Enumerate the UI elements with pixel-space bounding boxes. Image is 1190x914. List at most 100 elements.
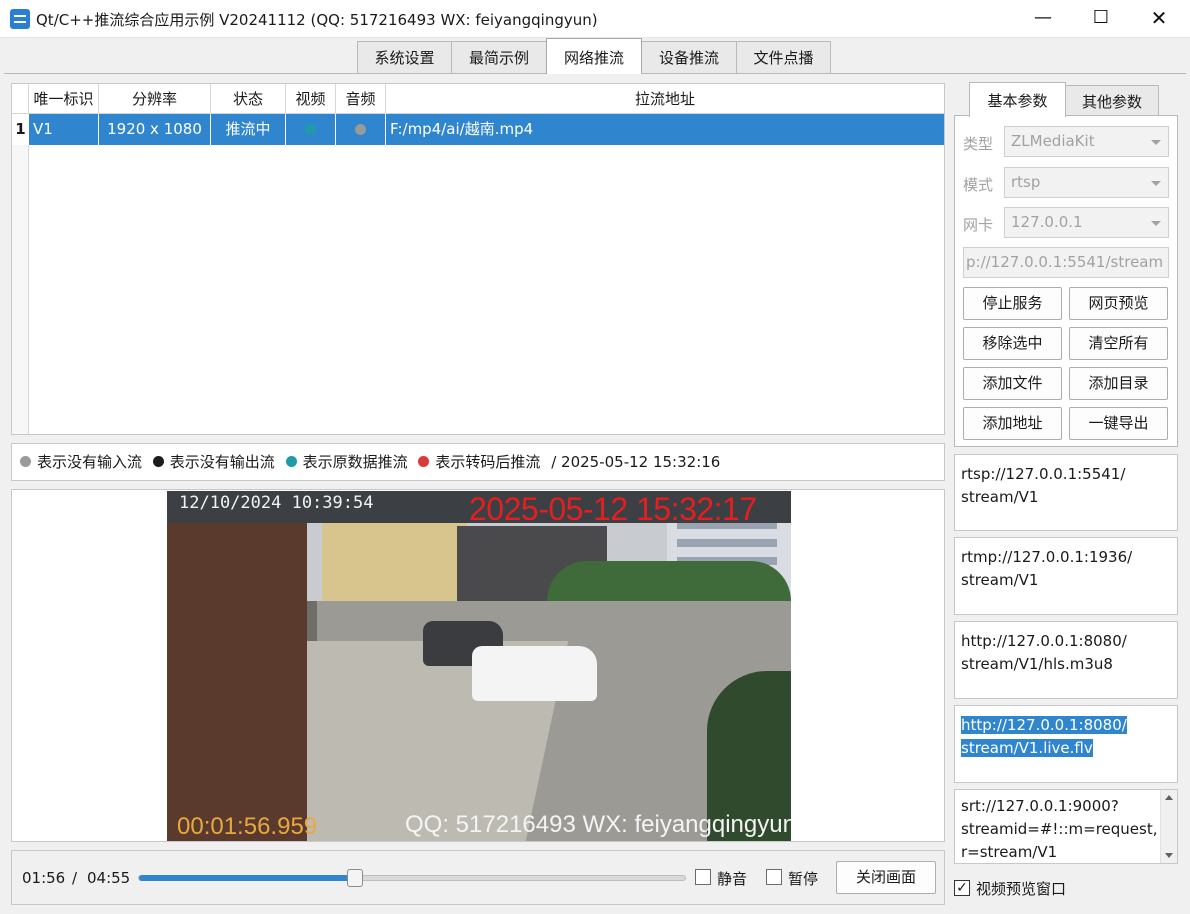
time-separator: / <box>72 869 78 887</box>
nic-label: 网卡 <box>963 216 994 234</box>
chevron-down-icon <box>1151 221 1161 226</box>
maximize-button[interactable]: ☐ <box>1072 0 1130 38</box>
close-video-button[interactable]: 关闭画面 <box>836 861 936 894</box>
hls-url-line-1: http://127.0.0.1:8080/ <box>961 632 1127 650</box>
video-frame[interactable]: 12/10/2024 10:39:54 2025-05-12 15:32:17 … <box>167 491 791 841</box>
srt-url-line-3: r=stream/V1 <box>961 843 1058 861</box>
col-header-video[interactable]: 视频 <box>286 84 336 114</box>
cell-url: F:/mp4/ai/越南.mp4 <box>390 120 534 138</box>
legend-dot-raw-push <box>285 456 297 467</box>
preview-window-label[interactable]: 视频预览窗口 <box>976 878 1066 899</box>
tab-basic-params[interactable]: 基本参数 <box>969 82 1066 117</box>
cell-status: 推流中 <box>211 114 286 145</box>
window-title: Qt/C++推流综合应用示例 V20241112 (QQ: 517216493 … <box>36 11 598 29</box>
cell-video <box>286 114 336 145</box>
playback-bar: 01:56 / 04:55 静音 暂停 关闭画面 <box>11 850 945 905</box>
legend-text-no-output: 表示没有输出流 <box>169 453 275 471</box>
srt-url-line-1: srt://127.0.0.1:9000? <box>961 797 1119 815</box>
tab-other-params[interactable]: 其他参数 <box>1065 85 1159 117</box>
app-icon <box>10 9 30 29</box>
video-preview-panel: 12/10/2024 10:39:54 2025-05-12 15:32:17 … <box>11 489 945 842</box>
seek-slider[interactable] <box>138 869 686 887</box>
video-scene-wall <box>167 511 307 841</box>
osd-camera-time: 12/10/2024 10:39:54 <box>179 493 374 513</box>
tab-file-vod[interactable]: 文件点播 <box>736 41 831 73</box>
flv-url-box[interactable]: http://127.0.0.1:8080/ stream/V1.live.fl… <box>954 705 1178 783</box>
scroll-up-icon[interactable] <box>1165 795 1173 800</box>
table-header: 唯一标识 分辨率 状态 视频 音频 拉流地址 <box>12 84 944 114</box>
add-file-button[interactable]: 添加文件 <box>963 367 1062 400</box>
srt-url-box[interactable]: srt://127.0.0.1:9000? streamid=#!::m=req… <box>954 789 1178 864</box>
rtmp-url-line-1: rtmp://127.0.0.1:1936/ <box>961 548 1133 566</box>
rtsp-url-line-2: stream/V1 <box>961 488 1039 506</box>
table-row[interactable]: V1 1920 x 1080 推流中 F:/mp4/ai/越南.mp4 <box>29 114 944 145</box>
legend-separator: / <box>551 453 557 471</box>
add-address-button[interactable]: 添加地址 <box>963 407 1062 440</box>
stop-service-button[interactable]: 停止服务 <box>963 287 1062 320</box>
tab-network-push[interactable]: 网络推流 <box>546 38 642 74</box>
seek-slider-handle[interactable] <box>347 869 363 887</box>
legend-text-transcoded-push: 表示转码后推流 <box>435 453 541 471</box>
rtsp-url-line-1: rtsp://127.0.0.1:5541/ <box>961 465 1126 483</box>
add-directory-button[interactable]: 添加目录 <box>1069 367 1168 400</box>
scroll-down-icon[interactable] <box>1165 853 1173 858</box>
type-label: 类型 <box>963 135 994 153</box>
osd-play-position: 00:01:56.959 <box>177 813 318 840</box>
flv-url-line-1: http://127.0.0.1:8080/ <box>961 716 1127 734</box>
row-header-column: 1 <box>12 114 29 434</box>
remove-selected-button[interactable]: 移除选中 <box>963 327 1062 360</box>
mode-select-value: rtsp <box>1011 173 1041 191</box>
title-bar: Qt/C++推流综合应用示例 V20241112 (QQ: 517216493 … <box>0 0 1190 38</box>
legend-text-raw-push: 表示原数据推流 <box>302 453 408 471</box>
col-header-status[interactable]: 状态 <box>211 84 286 114</box>
basic-params-panel: 类型 ZLMediaKit 模式 rtsp 网卡 127.0.0.1 p://1… <box>954 115 1178 447</box>
srt-url-line-2: streamid=#!::m=request, <box>961 820 1158 838</box>
push-url-field[interactable]: p://127.0.0.1:5541/stream <box>963 247 1169 278</box>
chevron-down-icon <box>1151 140 1161 145</box>
osd-current-time: 2025-05-12 15:32:17 <box>469 491 757 527</box>
tab-simple-example[interactable]: 最简示例 <box>451 41 547 73</box>
nic-select[interactable]: 127.0.0.1 <box>1004 207 1169 238</box>
legend-datetime: 2025-05-12 15:32:16 <box>561 453 721 471</box>
preview-window-checkbox[interactable]: ✓ <box>954 880 970 896</box>
export-all-button[interactable]: 一键导出 <box>1069 407 1168 440</box>
cell-audio <box>336 114 386 145</box>
chevron-down-icon <box>1151 181 1161 186</box>
legend-dot-no-output <box>152 456 164 467</box>
tab-system-settings[interactable]: 系统设置 <box>357 41 452 73</box>
mode-select[interactable]: rtsp <box>1004 167 1169 198</box>
rtsp-url-box[interactable]: rtsp://127.0.0.1:5541/ stream/V1 <box>954 454 1178 531</box>
tab-device-push[interactable]: 设备推流 <box>641 41 737 73</box>
clear-all-button[interactable]: 清空所有 <box>1069 327 1168 360</box>
legend-dot-transcoded-push <box>418 456 430 467</box>
srt-url-scrollbar[interactable] <box>1160 790 1177 863</box>
flv-url-line-2: stream/V1.live.flv <box>961 739 1093 757</box>
col-header-url[interactable]: 拉流地址 <box>386 84 944 114</box>
legend-text-no-input: 表示没有输入流 <box>37 453 143 471</box>
mute-label[interactable]: 静音 <box>717 868 747 889</box>
close-button[interactable]: ✕ <box>1130 0 1188 38</box>
hls-url-box[interactable]: http://127.0.0.1:8080/ stream/V1/hls.m3u… <box>954 621 1178 699</box>
rtmp-url-line-2: stream/V1 <box>961 571 1039 589</box>
rtmp-url-box[interactable]: rtmp://127.0.0.1:1936/ stream/V1 <box>954 537 1178 615</box>
pause-checkbox[interactable] <box>766 869 782 885</box>
col-header-id[interactable]: 唯一标识 <box>29 84 99 114</box>
mode-label: 模式 <box>963 176 994 194</box>
web-preview-button[interactable]: 网页预览 <box>1069 287 1168 320</box>
minimize-button[interactable]: — <box>1014 0 1072 38</box>
cell-resolution: 1920 x 1080 <box>99 114 211 145</box>
col-header-resolution[interactable]: 分辨率 <box>99 84 211 114</box>
col-header-audio[interactable]: 音频 <box>336 84 386 114</box>
row-number[interactable]: 1 <box>12 114 29 145</box>
type-select[interactable]: ZLMediaKit <box>1004 126 1169 157</box>
nic-select-value: 127.0.0.1 <box>1011 213 1083 231</box>
pause-label[interactable]: 暂停 <box>788 868 818 889</box>
legend-dot-no-input <box>20 456 31 467</box>
status-legend: 表示没有输入流 表示没有输出流 表示原数据推流 表示转码后推流 / 2025-0… <box>11 443 945 481</box>
mute-checkbox[interactable] <box>695 869 711 885</box>
total-time: 04:55 <box>87 869 131 887</box>
video-status-dot <box>305 124 316 135</box>
cell-id: V1 <box>29 114 99 145</box>
stream-table[interactable]: 唯一标识 分辨率 状态 视频 音频 拉流地址 1 V1 1920 x 1080 … <box>11 83 945 435</box>
type-select-value: ZLMediaKit <box>1011 132 1095 150</box>
